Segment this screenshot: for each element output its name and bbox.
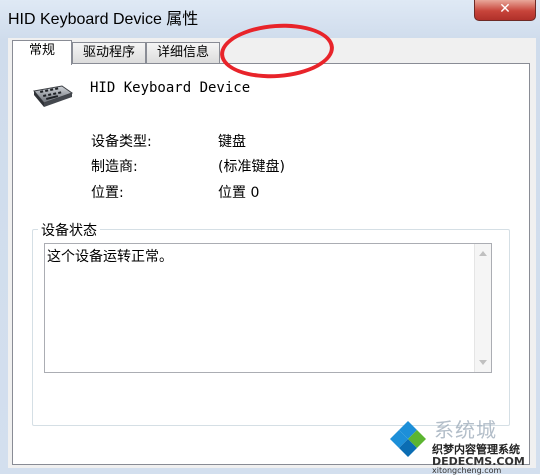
tab-general[interactable]: 常规 — [12, 40, 72, 65]
status-scrollbar[interactable] — [474, 244, 491, 372]
device-type-label: 设备类型: — [91, 134, 152, 150]
device-status-label: 设备状态 — [38, 220, 100, 240]
keyboard-icon — [33, 85, 74, 107]
scroll-down-icon[interactable] — [479, 360, 487, 365]
properties-window: HID Keyboard Device 属性 ✕ 常规 驱动程序 详细信息 HI… — [0, 0, 540, 475]
close-button[interactable]: ✕ — [474, 0, 536, 21]
manufacturer-value: (标准键盘) — [218, 159, 285, 175]
watermark-text: 系统城 — [434, 418, 497, 442]
device-type-value: 键盘 — [218, 134, 246, 150]
device-status-textbox[interactable]: 这个设备运转正常。 — [44, 243, 492, 373]
location-value: 位置 0 — [218, 185, 260, 201]
device-status-text: 这个设备运转正常。 — [47, 249, 173, 265]
tab-driver[interactable]: 驱动程序 — [72, 42, 146, 63]
scroll-up-icon[interactable] — [479, 251, 487, 256]
manufacturer-label: 制造商: — [91, 159, 138, 175]
tab-details[interactable]: 详细信息 — [146, 42, 220, 63]
device-name: HID Keyboard Device — [90, 80, 251, 96]
window-title: HID Keyboard Device 属性 — [8, 11, 199, 28]
location-label: 位置: — [91, 185, 124, 201]
